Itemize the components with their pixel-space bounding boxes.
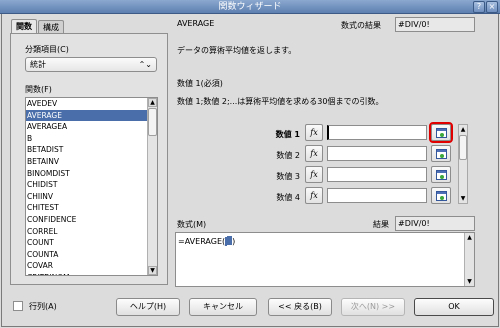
function-list-item[interactable]: AVERAGEA — [26, 121, 157, 133]
function-list-item[interactable]: COUNTA — [26, 249, 157, 261]
back-button[interactable]: << 戻る(B) — [268, 298, 332, 316]
function-list-item[interactable]: CONFIDENCE — [26, 214, 157, 226]
argument-scrollbar[interactable]: ▲ ▼ — [458, 124, 468, 204]
shrink-dialog-icon — [436, 149, 447, 159]
shrink-dialog-icon — [436, 128, 447, 138]
function-list-item[interactable]: CRITBINOM — [26, 272, 157, 275]
function-list-item[interactable]: CHIDIST — [26, 179, 157, 191]
scroll-up-icon[interactable]: ▲ — [465, 233, 474, 242]
arg-label-1: 数値 1 — [275, 130, 300, 139]
function-name: AVERAGE — [177, 19, 215, 28]
function-list-item[interactable]: BINOMDIST — [26, 168, 157, 180]
help-button[interactable]: ヘルプ(H) — [116, 298, 180, 316]
function-list-item[interactable]: AVERAGE — [26, 109, 157, 122]
arg-input-3[interactable] — [327, 167, 427, 182]
arg-input-4[interactable] — [327, 188, 427, 203]
scroll-up-icon[interactable]: ▲ — [459, 125, 467, 134]
arg-input-1[interactable] — [327, 125, 427, 140]
category-label: 分類項目(C) — [25, 45, 69, 54]
arg-label-2: 数値 2 — [276, 151, 300, 160]
fx-button-2[interactable]: fx — [305, 145, 323, 162]
scroll-up-icon[interactable]: ▲ — [148, 98, 157, 107]
tab-functions[interactable]: 関数 — [11, 19, 37, 34]
tab-structure[interactable]: 構成 — [38, 20, 64, 34]
function-list-item[interactable]: BETADIST — [26, 144, 157, 156]
function-list-item[interactable]: B — [26, 133, 157, 145]
category-value: 統計 — [30, 60, 46, 69]
chevron-updown-icon: ⌃⌄ — [138, 60, 152, 69]
scroll-down-icon[interactable]: ▼ — [148, 266, 157, 275]
arg-label-4: 数値 4 — [276, 193, 300, 202]
scroll-down-icon[interactable]: ▼ — [459, 194, 467, 203]
function-list-item[interactable]: BETAINV — [26, 156, 157, 168]
formula-scrollbar[interactable]: ▲ ▼ — [464, 233, 474, 286]
result-label: 数式の結果 — [341, 21, 381, 30]
fx-button-3[interactable]: fx — [305, 166, 323, 183]
shrink-button-2[interactable] — [431, 145, 451, 162]
shrink-dialog-icon — [436, 191, 447, 201]
formula-label: 数式(M) — [177, 220, 207, 229]
ok-button[interactable]: OK — [414, 298, 494, 316]
shrink-button-4[interactable] — [431, 187, 451, 204]
result-value: #DIV/0! — [395, 17, 475, 32]
function-list-item[interactable]: CHITEST — [26, 202, 157, 214]
arg-input-2[interactable] — [327, 146, 427, 161]
fx-button-1[interactable]: fx — [305, 124, 323, 141]
argument-description: 数値 1;数値 2;...は算術平均値を求める30個までの引数。 — [177, 97, 384, 106]
function-list-item[interactable]: COVAR — [26, 260, 157, 272]
close-icon[interactable]: × — [486, 1, 498, 13]
function-list-item[interactable]: CORREL — [26, 226, 157, 238]
scroll-down-icon[interactable]: ▼ — [465, 277, 474, 286]
array-checkbox[interactable] — [13, 301, 23, 311]
formula-result-label: 結果 — [373, 220, 389, 229]
array-label: 行列(A) — [29, 302, 57, 311]
shrink-dialog-icon — [436, 170, 447, 180]
functions-label: 関数(F) — [25, 85, 52, 94]
function-list-item[interactable]: COUNT — [26, 237, 157, 249]
title-bar: 関数ウィザード ? × — [0, 0, 500, 14]
formula-result-value: #DIV/0! — [395, 216, 475, 231]
function-description: データの算術平均値を返します。 — [177, 46, 297, 55]
function-list-item[interactable]: CHIINV — [26, 191, 157, 203]
formula-text: =AVERAGE( — [178, 237, 226, 246]
function-list-item[interactable]: AVEDEV — [26, 98, 157, 110]
arg-label-3: 数値 3 — [276, 172, 300, 181]
category-select[interactable]: 統計 ⌃⌄ — [25, 57, 157, 72]
cancel-button[interactable]: キャンセル — [189, 298, 257, 316]
formula-editor[interactable]: =AVERAGE() ▲ ▼ — [175, 232, 475, 287]
scroll-thumb[interactable] — [459, 135, 467, 160]
shrink-button-1[interactable] — [429, 122, 453, 143]
function-list[interactable]: AVEDEV AVERAGE AVERAGEA B BETADIST BETAINV BIN… — [25, 97, 158, 276]
argument-heading: 数値 1(必須) — [177, 79, 223, 88]
fx-button-4[interactable]: fx — [305, 187, 323, 204]
window-title: 関数ウィザード — [218, 2, 282, 12]
next-button[interactable]: 次へ(N) >> — [341, 298, 405, 316]
formula-close: ) — [232, 237, 236, 246]
function-list-scrollbar[interactable]: ▲ ▼ — [147, 98, 157, 275]
help-icon[interactable]: ? — [473, 1, 485, 13]
shrink-button-3[interactable] — [431, 166, 451, 183]
scroll-thumb[interactable] — [148, 108, 157, 136]
